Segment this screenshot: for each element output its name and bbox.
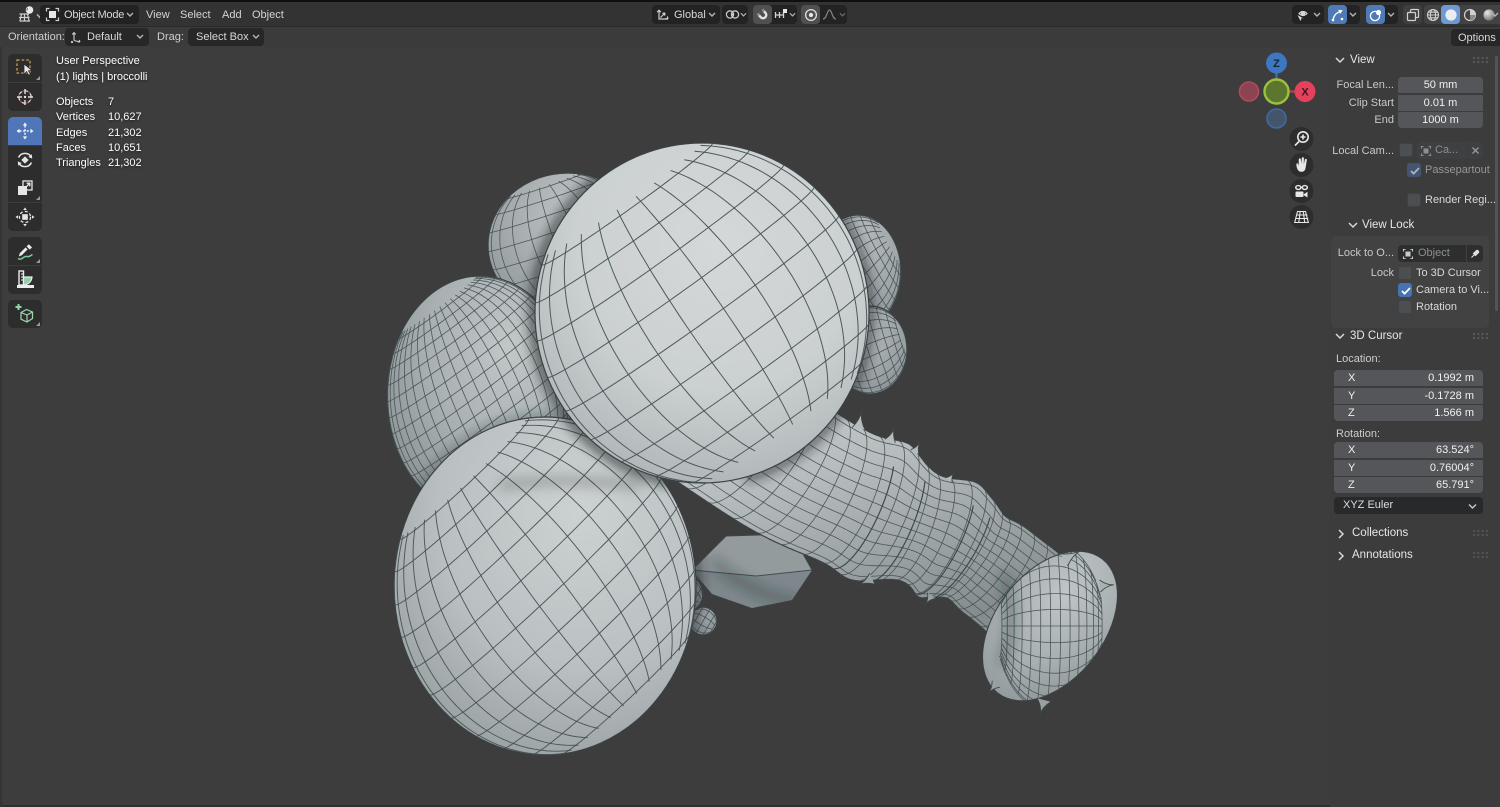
svg-text:Z: Z [1273,58,1280,70]
